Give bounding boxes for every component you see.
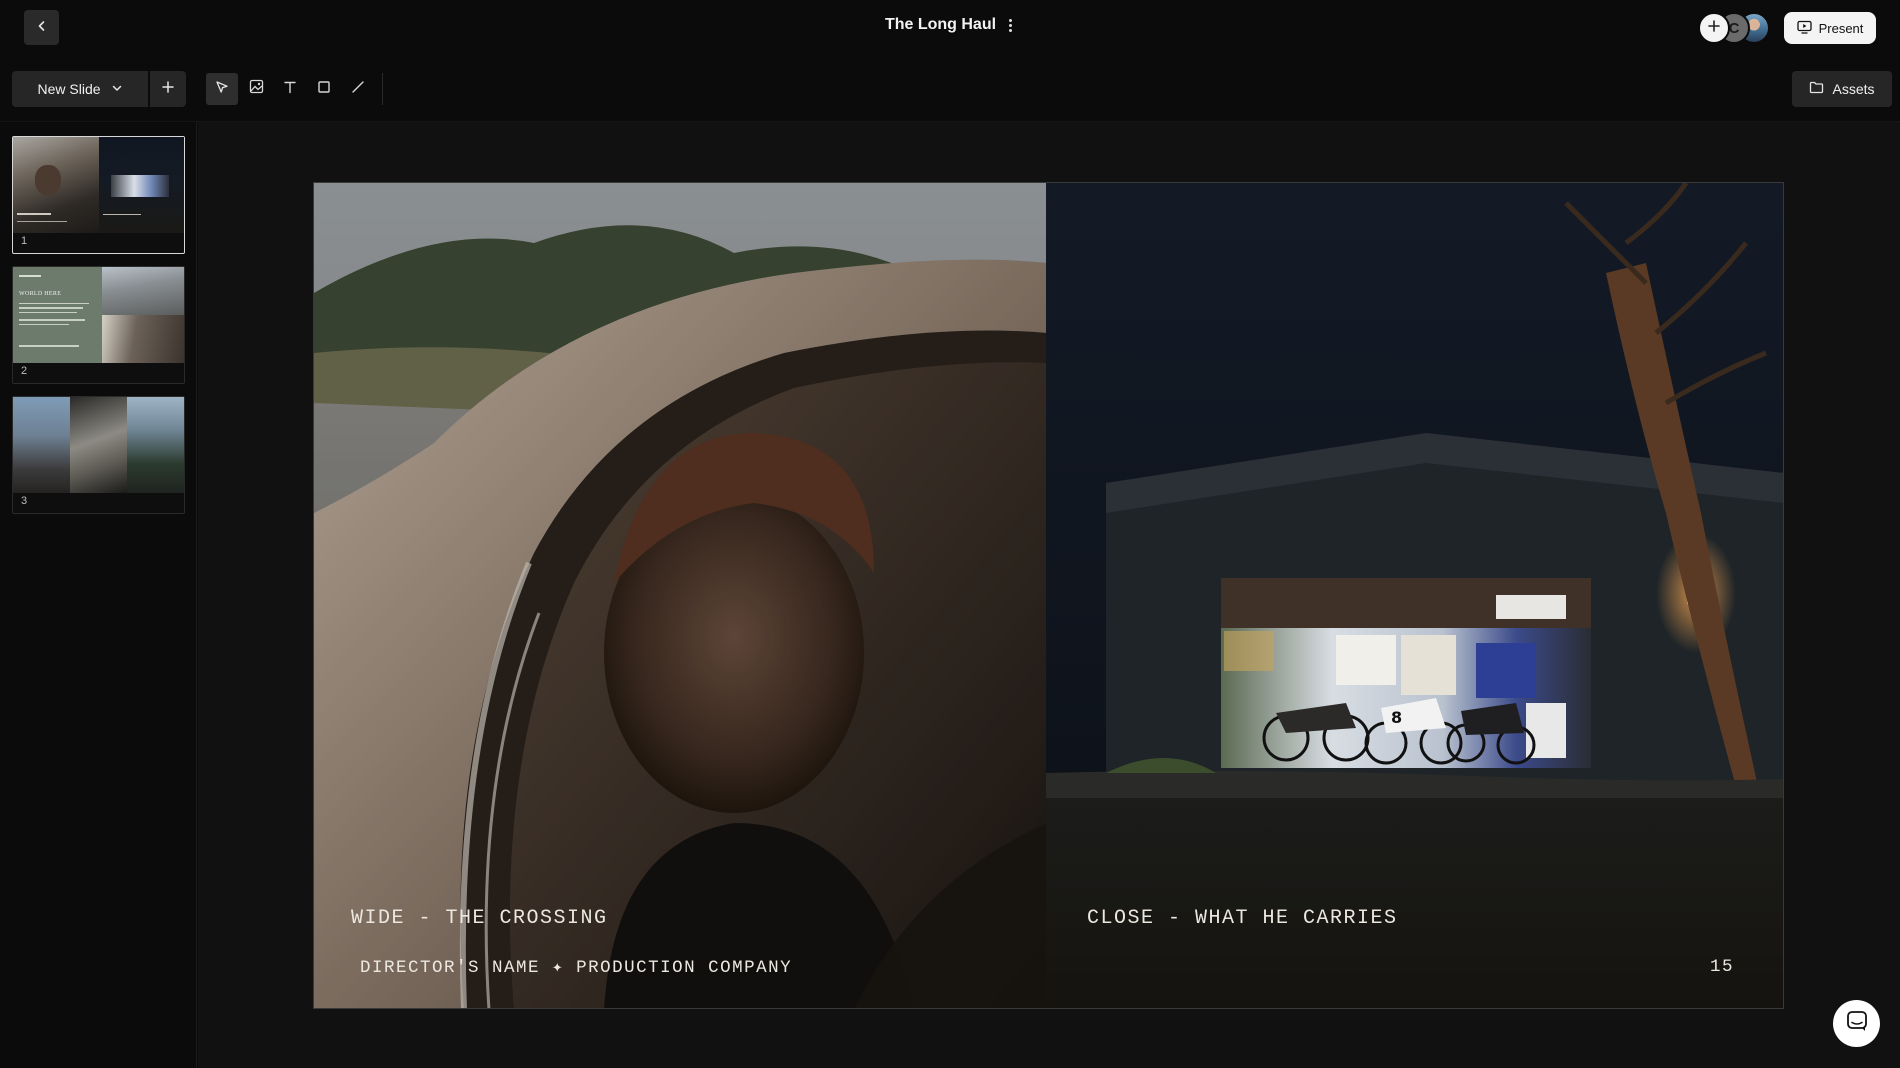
document-title-bar: The Long Haul: [0, 16, 1900, 34]
more-vertical-icon[interactable]: [1006, 17, 1015, 34]
slide-3-preview: [13, 397, 184, 493]
slide-thumbnail-3[interactable]: 3: [12, 396, 185, 514]
assets-label: Assets: [1832, 81, 1875, 97]
plus-icon: [161, 80, 175, 99]
present-screen-icon: [1796, 20, 1812, 37]
slide-number: 3: [21, 495, 28, 507]
slide-thumbnails-panel: 1 WORLD HERE 2 3: [0, 122, 197, 1068]
line-tool[interactable]: [342, 73, 374, 105]
text-icon: [283, 80, 297, 99]
add-collaborator-button[interactable]: [1698, 12, 1730, 44]
present-label: Present: [1818, 20, 1864, 36]
new-slide-label: New Slide: [37, 81, 101, 97]
select-tool[interactable]: [206, 73, 238, 105]
car-window-photo: [314, 183, 1046, 1008]
assets-button[interactable]: Assets: [1792, 71, 1892, 107]
slide-2-preview: WORLD HERE: [13, 267, 184, 363]
support-chat-button[interactable]: [1833, 1000, 1880, 1047]
text-tool[interactable]: [274, 73, 306, 105]
slide-thumbnail-1[interactable]: 1: [12, 136, 185, 254]
present-button[interactable]: Present: [1784, 12, 1876, 44]
slide-footer-credit[interactable]: DIRECTOR'S NAME ✦ PRODUCTION COMPANY: [360, 957, 792, 978]
document-title[interactable]: The Long Haul: [885, 16, 996, 34]
editor-toolbar: New Slide Assets: [0, 56, 1900, 122]
slide-number: 1: [21, 235, 28, 247]
chat-bubble-icon: [1846, 1010, 1868, 1037]
left-shot-caption[interactable]: WIDE - THE CROSSING: [351, 907, 608, 930]
slide-1-preview: [13, 137, 184, 233]
image-icon: [249, 79, 264, 99]
line-icon: [351, 80, 365, 99]
top-bar: The Long Haul C Present: [0, 0, 1900, 56]
new-slide-button[interactable]: New Slide: [12, 71, 148, 107]
slide-2-heading: WORLD HERE: [19, 290, 62, 297]
square-icon: [317, 80, 331, 99]
cursor-icon: [215, 80, 229, 99]
slide-number: 2: [21, 365, 28, 377]
rectangle-tool[interactable]: [308, 73, 340, 105]
svg-text:8: 8: [1391, 708, 1402, 727]
slide-image-left[interactable]: WIDE - THE CROSSING DIRECTOR'S NAME ✦ PR…: [314, 183, 1046, 1008]
collaborators: C: [1698, 12, 1770, 44]
plus-icon: [1707, 19, 1721, 38]
add-slide-button[interactable]: [150, 71, 186, 107]
tool-group: [206, 73, 383, 105]
right-shot-caption[interactable]: CLOSE - WHAT HE CARRIES: [1087, 907, 1398, 930]
chevron-down-icon: [111, 81, 123, 97]
current-slide[interactable]: WIDE - THE CROSSING DIRECTOR'S NAME ✦ PR…: [313, 182, 1784, 1009]
slide-thumbnail-2[interactable]: WORLD HERE 2: [12, 266, 185, 384]
slide-page-number[interactable]: 15: [1710, 957, 1734, 977]
image-tool[interactable]: [240, 73, 272, 105]
folder-icon: [1809, 81, 1824, 97]
slide-image-right[interactable]: 8 CLOSE - WHAT HE CARRIES 15: [1046, 183, 1783, 1008]
garage-night-photo: 8: [1046, 183, 1783, 1008]
